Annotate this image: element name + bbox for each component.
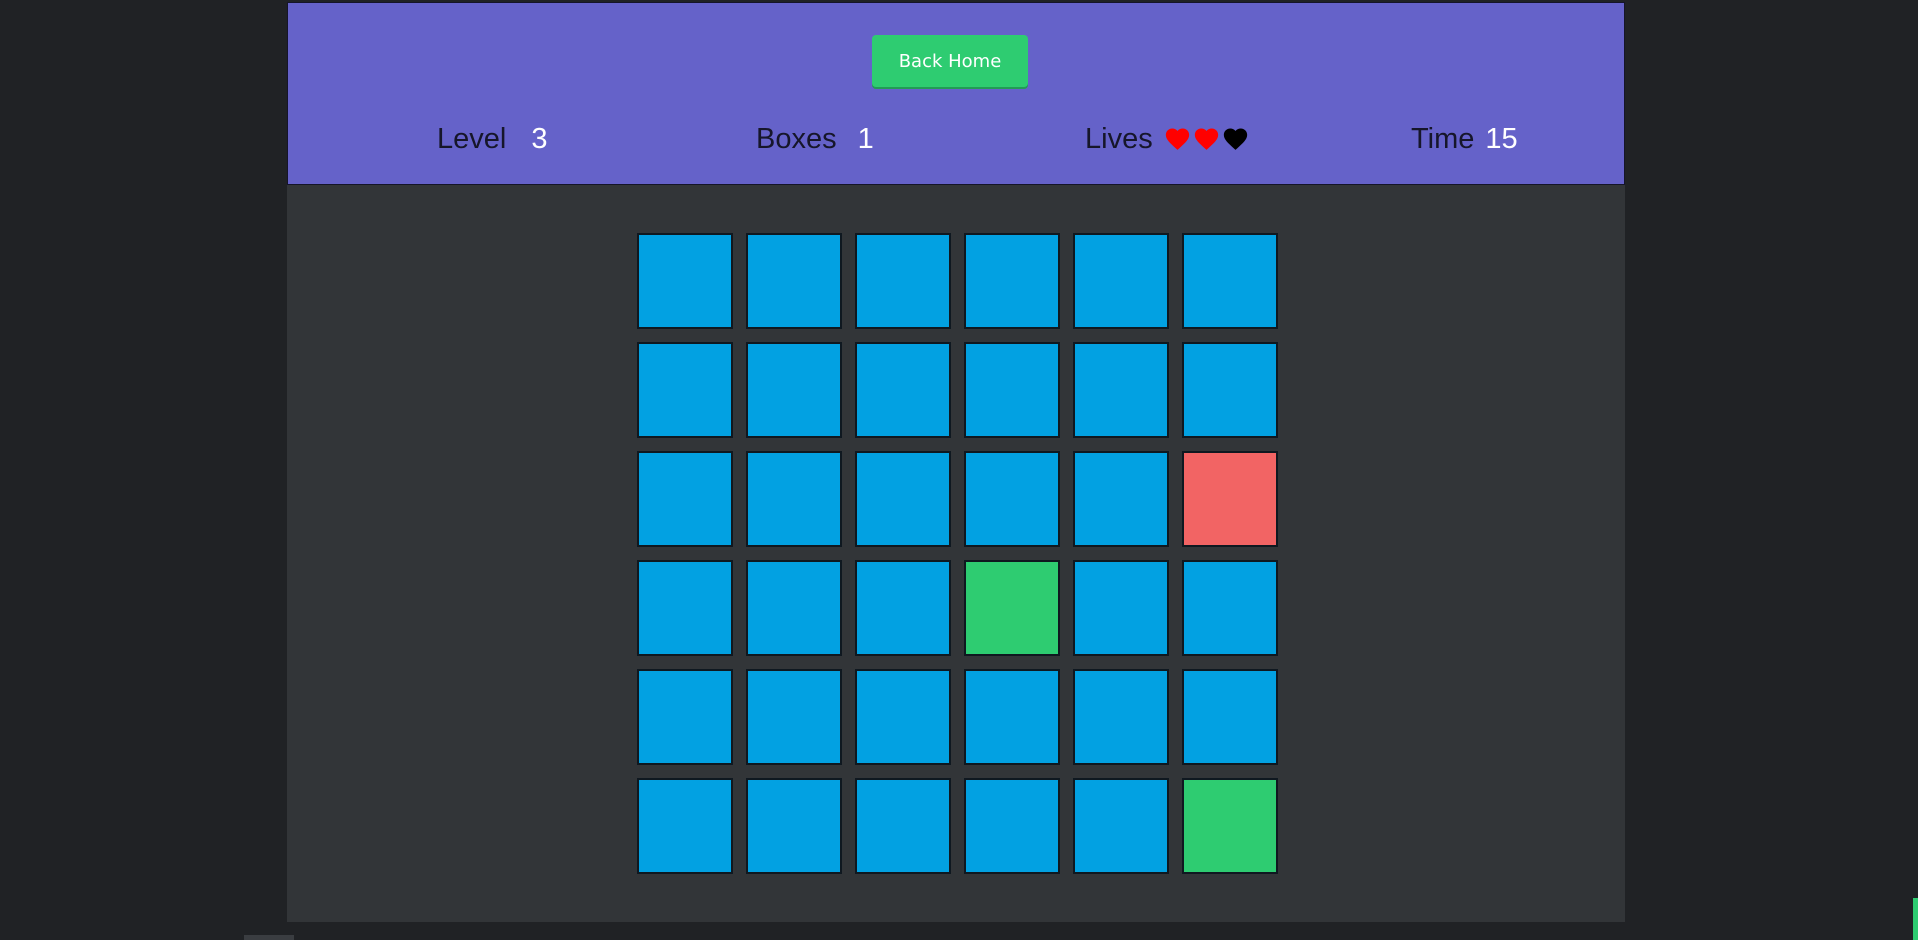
level-label: Level [437, 122, 507, 155]
board-tile[interactable] [964, 233, 1060, 329]
board-tile[interactable] [637, 233, 733, 329]
board-tile[interactable] [964, 560, 1060, 656]
board-tile[interactable] [964, 669, 1060, 765]
time-value: 15 [1485, 122, 1518, 155]
board-tile[interactable] [746, 669, 842, 765]
game-header: Back Home Level 3 Boxes 1 Lives Time 15 [287, 2, 1625, 185]
board-tile[interactable] [746, 233, 842, 329]
board-tile[interactable] [855, 560, 951, 656]
board-tile[interactable] [964, 451, 1060, 547]
boxes-value: 1 [857, 122, 874, 155]
heart-full-icon [1194, 128, 1218, 150]
lives-label: Lives [1085, 122, 1153, 155]
board-tile[interactable] [855, 451, 951, 547]
time-label: Time [1411, 122, 1475, 155]
board-tile[interactable] [855, 342, 951, 438]
board-tile[interactable] [637, 669, 733, 765]
board-tile[interactable] [855, 233, 951, 329]
board-tile[interactable] [1073, 560, 1169, 656]
board-tile[interactable] [637, 778, 733, 874]
board-tile[interactable] [637, 451, 733, 547]
board-tile[interactable] [637, 560, 733, 656]
heart-empty-icon [1223, 128, 1247, 150]
level-stat: Level 3 [437, 119, 547, 159]
board-tile[interactable] [1073, 342, 1169, 438]
board-tile[interactable] [1182, 778, 1278, 874]
board-tile[interactable] [1182, 451, 1278, 547]
board-tile[interactable] [1182, 560, 1278, 656]
board-tile[interactable] [746, 778, 842, 874]
window-edge-accent [1913, 898, 1918, 940]
horizontal-scrollbar-thumb[interactable] [244, 935, 294, 940]
board-tile[interactable] [746, 560, 842, 656]
board-tile[interactable] [855, 778, 951, 874]
game-board [637, 233, 1278, 874]
board-tile[interactable] [746, 451, 842, 547]
board-tile[interactable] [1073, 451, 1169, 547]
heart-full-icon [1165, 128, 1189, 150]
board-tile[interactable] [964, 342, 1060, 438]
board-tile[interactable] [964, 778, 1060, 874]
board-tile[interactable] [1073, 233, 1169, 329]
game-app: Back Home Level 3 Boxes 1 Lives Time 15 [287, 2, 1625, 922]
lives-stat: Lives [1085, 119, 1250, 159]
back-home-button[interactable]: Back Home [872, 35, 1028, 87]
level-value: 3 [531, 122, 548, 155]
boxes-stat: Boxes 1 [756, 119, 874, 159]
boxes-label: Boxes [756, 122, 837, 155]
board-tile[interactable] [1073, 778, 1169, 874]
board-tile[interactable] [637, 342, 733, 438]
time-stat: Time 15 [1411, 119, 1518, 159]
board-tile[interactable] [1182, 233, 1278, 329]
lives-hearts [1163, 125, 1250, 153]
board-tile[interactable] [855, 669, 951, 765]
board-tile[interactable] [1182, 342, 1278, 438]
board-tile[interactable] [1073, 669, 1169, 765]
board-tile[interactable] [1182, 669, 1278, 765]
board-tile[interactable] [746, 342, 842, 438]
